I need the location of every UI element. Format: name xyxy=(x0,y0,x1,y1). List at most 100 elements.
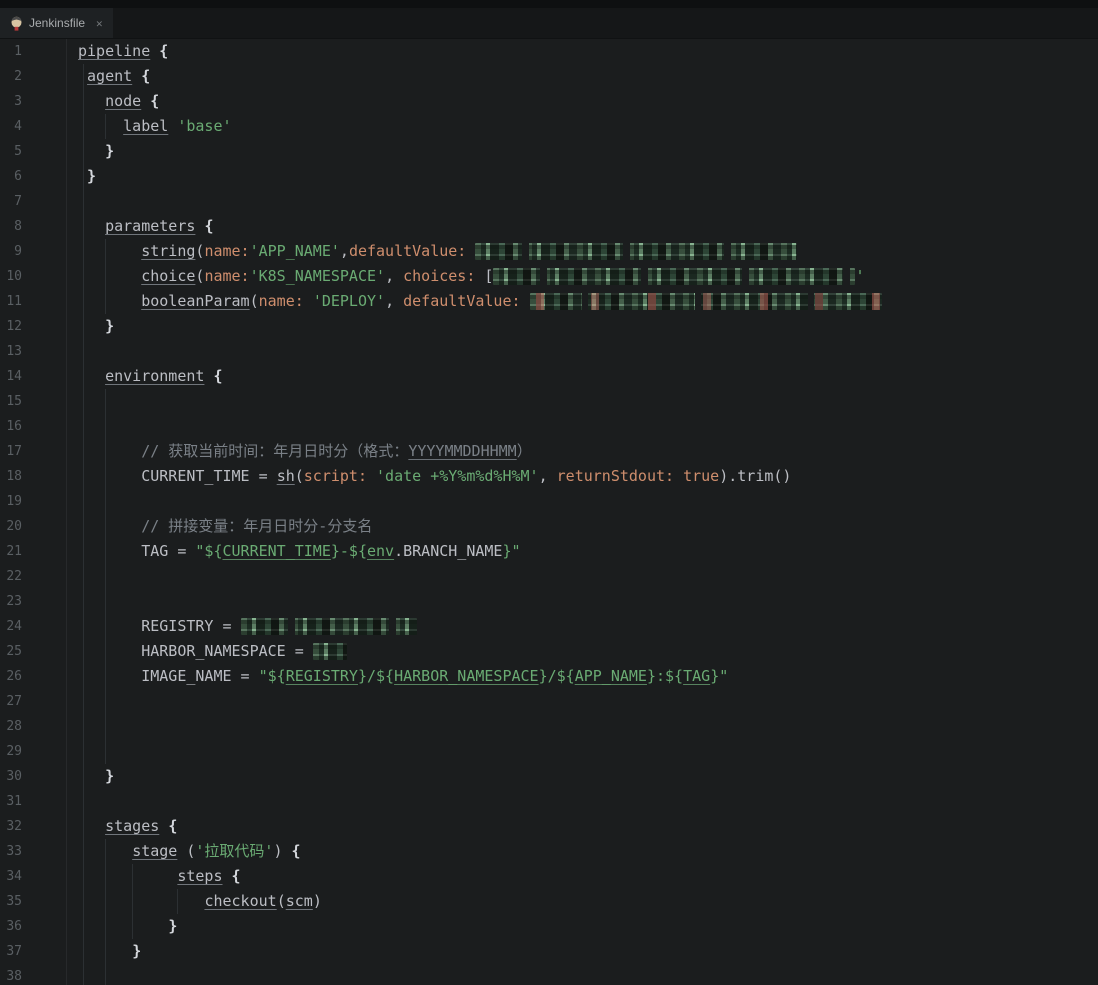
code-line[interactable]: TAG = "${CURRENT_TIME}-${env.BRANCH_NAME… xyxy=(78,539,1098,564)
code-token: HARBOR_NAMESPACE xyxy=(394,667,539,685)
code-line[interactable]: IMAGE_NAME = "${REGISTRY}/${HARBOR_NAMES… xyxy=(78,664,1098,689)
code-line[interactable]: stages { xyxy=(78,814,1098,839)
code-line[interactable]: label 'base' xyxy=(78,114,1098,139)
code-line[interactable] xyxy=(78,689,1098,714)
code-token: }-${ xyxy=(330,542,367,560)
code-token: steps xyxy=(177,867,223,885)
code-line[interactable]: CURRENT_TIME = sh(script: 'date +%Y%m%d%… xyxy=(78,464,1098,489)
code-line[interactable]: } xyxy=(78,314,1098,339)
code-token: ).trim() xyxy=(719,467,792,485)
code-token: { xyxy=(231,867,241,885)
code-line[interactable]: checkout(scm) xyxy=(78,889,1098,914)
code-line[interactable] xyxy=(78,414,1098,439)
code-line[interactable] xyxy=(78,489,1098,514)
code-line[interactable] xyxy=(78,789,1098,814)
code-line[interactable]: stage ('拉取代码') { xyxy=(78,839,1098,864)
code-token: // 获取当前时间：年月日时分（格式： xyxy=(141,442,409,460)
code-line[interactable] xyxy=(78,339,1098,364)
code-token: TAG xyxy=(683,667,711,685)
line-number: 2 xyxy=(14,69,22,84)
code-line[interactable]: booleanParam(name: 'DEPLOY', defaultValu… xyxy=(78,289,1098,314)
code-token: }" xyxy=(502,542,521,560)
code-line[interactable]: } xyxy=(78,939,1098,964)
code-line[interactable]: REGISTRY = xyxy=(78,614,1098,639)
code-line[interactable]: node { xyxy=(78,89,1098,114)
redacted-secret xyxy=(493,268,856,285)
code-token: 'date +%Y%m%d%H%M' xyxy=(376,467,539,485)
code-token: { xyxy=(213,367,223,385)
code-token: IMAGE_NAME = xyxy=(141,667,259,685)
code-line[interactable] xyxy=(78,714,1098,739)
line-numbers: 1 2 3 4 5 6 7 8 9 10 11 12 13 14 15 16 17 18 19 20 21 22 23 24 2… xyxy=(0,39,67,985)
redacted-secret xyxy=(529,293,882,310)
line-number: 20 xyxy=(6,519,22,534)
tab-bar: Jenkinsfile ✕ xyxy=(0,8,1098,39)
editor[interactable]: 1 2 3 4 5 6 7 8 9 10 11 12 13 14 15 16 17 18 19 20 21 22 23 24 2… xyxy=(0,39,1098,985)
code-line[interactable]: } xyxy=(78,164,1098,189)
code-line[interactable] xyxy=(78,589,1098,614)
line-number: 18 xyxy=(6,469,22,484)
code-token: ( xyxy=(294,467,304,485)
code-token: TAG = xyxy=(141,542,196,560)
code-line[interactable]: } xyxy=(78,914,1098,939)
tab-close-icon[interactable]: ✕ xyxy=(96,18,103,29)
line-number: 37 xyxy=(6,944,22,959)
code-area[interactable]: pipeline { agent { node { label 'base' }… xyxy=(67,39,1098,985)
code-line[interactable]: environment { xyxy=(78,364,1098,389)
code-token: } xyxy=(168,917,178,935)
code-token: ） xyxy=(516,442,532,460)
code-line[interactable]: choice(name:'K8S_NAMESPACE', choices: [' xyxy=(78,264,1098,289)
line-number: 5 xyxy=(14,144,22,159)
line-number: 6 xyxy=(14,169,22,184)
code-token: 'APP_NAME' xyxy=(249,242,340,260)
code-line[interactable]: steps { xyxy=(78,864,1098,889)
code-token: ) xyxy=(273,842,292,860)
redacted-secret xyxy=(475,243,798,260)
code-token: , xyxy=(339,242,349,260)
line-number: 28 xyxy=(6,719,22,734)
code-token: { xyxy=(204,217,214,235)
code-token: ( xyxy=(249,292,259,310)
code-token: choice xyxy=(141,267,196,285)
line-number: 8 xyxy=(14,219,22,234)
code-line[interactable]: HARBOR_NAMESPACE = xyxy=(78,639,1098,664)
code-line[interactable]: // 获取当前时间：年月日时分（格式：YYYYMMDDHHMM） xyxy=(78,439,1098,464)
code-token: checkout xyxy=(204,892,277,910)
code-line[interactable]: // 拼接变量：年月日时分-分支名 xyxy=(78,514,1098,539)
code-line[interactable] xyxy=(78,964,1098,985)
line-number: 12 xyxy=(6,319,22,334)
code-line[interactable]: } xyxy=(78,139,1098,164)
code-token: label xyxy=(123,117,169,135)
line-number: 10 xyxy=(6,269,22,284)
line-number: 19 xyxy=(6,494,22,509)
code-token: { xyxy=(150,92,160,110)
code-line[interactable]: agent { xyxy=(78,64,1098,89)
code-token: , xyxy=(385,292,404,310)
code-line[interactable] xyxy=(78,739,1098,764)
code-line[interactable] xyxy=(78,564,1098,589)
code-token: "${ xyxy=(195,542,223,560)
code-token: REGISTRY xyxy=(285,667,358,685)
code-token: defaultValue: xyxy=(348,242,467,260)
line-number: 11 xyxy=(6,294,22,309)
code-line[interactable] xyxy=(78,389,1098,414)
code-line[interactable]: pipeline { xyxy=(78,39,1098,64)
indent-guide xyxy=(105,389,106,764)
code-line[interactable] xyxy=(78,189,1098,214)
tab-jenkinsfile[interactable]: Jenkinsfile ✕ xyxy=(0,8,113,38)
code-line[interactable]: string(name:'APP_NAME',defaultValue: xyxy=(78,239,1098,264)
code-token: // 拼接变量：年月日时分-分支名 xyxy=(141,517,373,535)
code-line[interactable]: } xyxy=(78,764,1098,789)
line-number: 15 xyxy=(6,394,22,409)
code-line[interactable]: parameters { xyxy=(78,214,1098,239)
code-token: { xyxy=(141,67,151,85)
code-token: } xyxy=(87,167,97,185)
